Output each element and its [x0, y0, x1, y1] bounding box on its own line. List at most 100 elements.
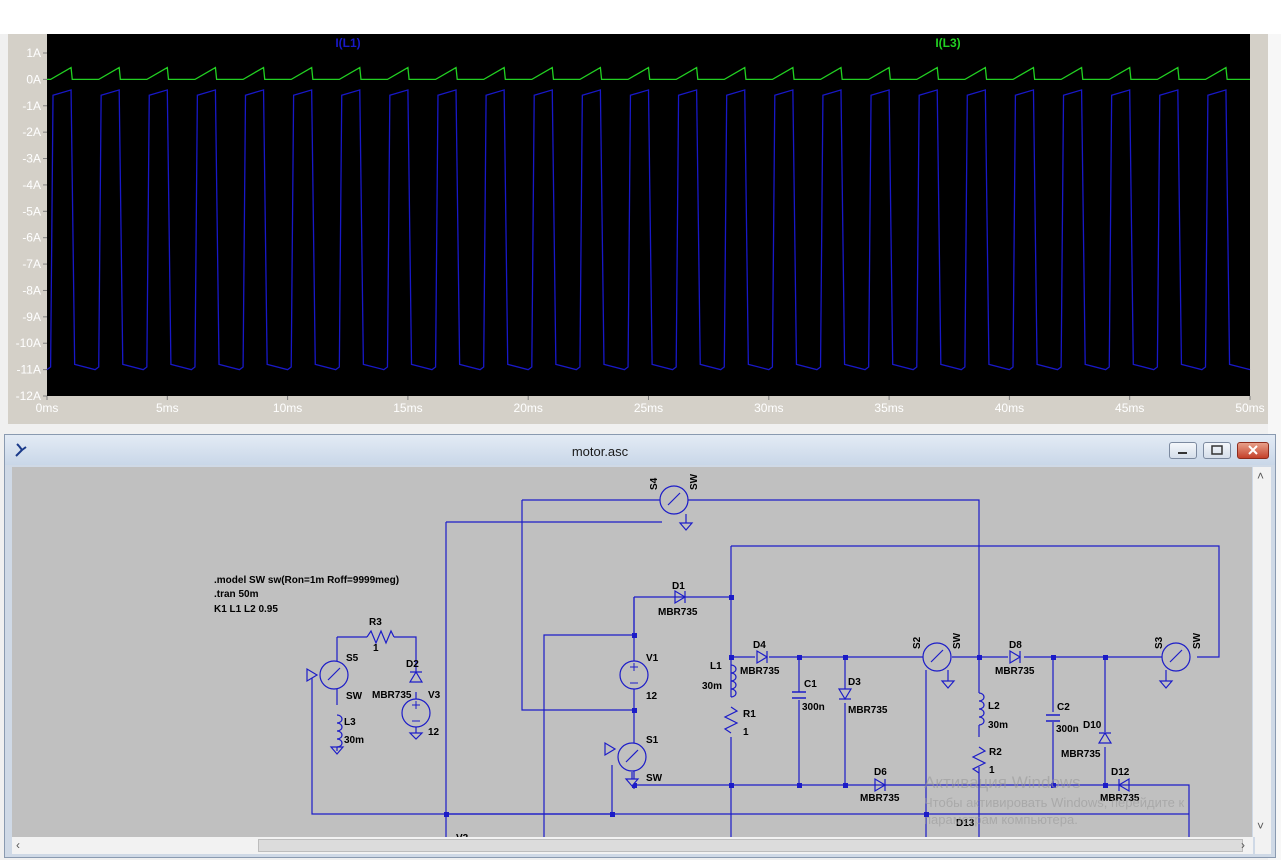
y-tick-label: -10A: [16, 336, 41, 350]
horizontal-scrollbar[interactable]: ‹ ›: [12, 837, 1253, 854]
label-l1-value[interactable]: 30m: [702, 681, 722, 692]
label-d1[interactable]: D1: [672, 581, 685, 592]
label-r1-value[interactable]: 1: [743, 727, 749, 738]
label-d4[interactable]: D4: [753, 640, 766, 651]
label-v1-value[interactable]: 12: [646, 691, 658, 702]
y-tick-label: -11A: [17, 363, 41, 377]
label-s5[interactable]: S5: [346, 653, 359, 664]
x-tick-label: 45ms: [1115, 401, 1144, 415]
label-c2[interactable]: C2: [1057, 702, 1070, 713]
label-s3-model[interactable]: SW: [1192, 632, 1203, 649]
directive-model[interactable]: .model SW sw(Ron=1m Roff=9999meg): [214, 575, 399, 586]
directive-coupling[interactable]: K1 L1 L2 0.95: [214, 604, 278, 615]
label-s3[interactable]: S3: [1154, 636, 1165, 649]
label-d13[interactable]: D13: [956, 818, 975, 829]
directive-tran[interactable]: .tran 50m: [214, 589, 259, 600]
x-tick-label: 20ms: [514, 401, 543, 415]
maximize-icon: [1211, 445, 1223, 455]
x-tick-label: 50ms: [1235, 401, 1264, 415]
trace-label-il3[interactable]: I(L3): [935, 36, 960, 50]
label-d8-model[interactable]: MBR735: [995, 666, 1035, 677]
maximize-button[interactable]: [1203, 442, 1231, 459]
scroll-up-icon[interactable]: ˄: [1257, 469, 1264, 483]
label-c2-value[interactable]: 300n: [1056, 724, 1079, 735]
window-title: motor.asc: [571, 444, 629, 459]
x-tick-label: 35ms: [874, 401, 903, 415]
vertical-scrollbar[interactable]: ˄ ˅: [1253, 467, 1271, 837]
label-l2[interactable]: L2: [988, 701, 1000, 712]
label-d6-model[interactable]: MBR735: [860, 793, 900, 804]
plot-area[interactable]: [47, 34, 1250, 396]
label-r3-value[interactable]: 1: [373, 643, 379, 654]
waveform-pane[interactable]: 1A 0A -1A -2A -3A -4A -5A -6A -7A -8A -9A -10A -11A -…: [8, 34, 1268, 424]
label-d12-model[interactable]: MBR735: [1100, 793, 1140, 804]
label-r2-value[interactable]: 1: [989, 765, 995, 776]
y-tick-label: -9A: [22, 310, 41, 324]
y-tick-label: -8A: [22, 283, 41, 297]
label-d10-model[interactable]: MBR735: [1061, 749, 1101, 760]
label-r1[interactable]: R1: [743, 709, 756, 720]
ground-symbols: [329, 727, 635, 789]
schematic-canvas[interactable]: .model SW sw(Ron=1m Roff=9999meg) .tran …: [12, 467, 1252, 837]
label-d12[interactable]: D12: [1111, 767, 1130, 778]
label-d2[interactable]: D2: [406, 659, 419, 670]
label-l1[interactable]: L1: [710, 661, 722, 672]
x-tick-label: 0ms: [36, 401, 59, 415]
x-tick-label: 40ms: [995, 401, 1024, 415]
label-s2[interactable]: S2: [912, 636, 923, 649]
label-c1[interactable]: C1: [804, 679, 817, 690]
close-button[interactable]: [1237, 442, 1269, 459]
x-tick-label: 25ms: [634, 401, 663, 415]
y-tick-label: -4A: [22, 178, 41, 192]
size-grip[interactable]: [1255, 837, 1271, 854]
scroll-down-icon[interactable]: ˅: [1257, 819, 1264, 833]
x-tick-label: 15ms: [393, 401, 422, 415]
horizontal-scroll-thumb[interactable]: [258, 839, 1243, 852]
schematic-window[interactable]: motor.asc .model SW sw(Ron=1m Roff=9999m…: [4, 434, 1276, 858]
label-d8[interactable]: D8: [1009, 640, 1022, 651]
scroll-right-icon[interactable]: ›: [1241, 838, 1245, 852]
label-v1[interactable]: V1: [646, 653, 659, 664]
diode-symbols: [408, 589, 1130, 793]
label-d2-model[interactable]: MBR735: [372, 690, 412, 701]
window-titlebar[interactable]: motor.asc: [5, 435, 1275, 465]
top-blank-strip: [0, 0, 1281, 34]
waveform-plot[interactable]: 1A0A-1A-2A-3A-4A-5A-6A-7A-8A-9A-10A-11A-…: [8, 34, 1268, 424]
label-r3[interactable]: R3: [369, 617, 382, 628]
label-s1[interactable]: S1: [646, 735, 659, 746]
label-d3-model[interactable]: MBR735: [848, 705, 888, 716]
y-tick-label: -2A: [22, 125, 41, 139]
y-tick-label: -3A: [22, 152, 41, 166]
resistor-symbols: [366, 629, 987, 774]
label-s5-model[interactable]: SW: [346, 691, 363, 702]
schematic-drawing[interactable]: .model SW sw(Ron=1m Roff=9999meg) .tran …: [12, 467, 1252, 837]
label-s1-model[interactable]: SW: [646, 773, 663, 784]
label-l3[interactable]: L3: [344, 717, 356, 728]
close-icon: [1248, 445, 1258, 455]
label-d10[interactable]: D10: [1083, 720, 1102, 731]
label-s2-model[interactable]: SW: [952, 632, 963, 649]
y-tick-label: -7A: [22, 257, 41, 271]
label-s4-model[interactable]: SW: [689, 473, 700, 490]
minimize-icon: [1178, 452, 1187, 454]
minimize-button[interactable]: [1169, 442, 1197, 459]
y-tick-label: -5A: [22, 204, 41, 218]
label-d3[interactable]: D3: [848, 677, 861, 688]
label-d1-model[interactable]: MBR735: [658, 607, 698, 618]
label-r2[interactable]: R2: [989, 747, 1002, 758]
y-tick-label: -6A: [22, 231, 41, 245]
label-d4-model[interactable]: MBR735: [740, 666, 780, 677]
label-l3-value[interactable]: 30m: [344, 735, 364, 746]
label-v3-value[interactable]: 12: [428, 727, 440, 738]
label-s4[interactable]: S4: [649, 477, 660, 490]
switch-symbols: [306, 485, 1191, 787]
label-v3[interactable]: V3: [428, 690, 441, 701]
y-tick-label: 0A: [26, 72, 41, 86]
y-tick-label: -1A: [22, 99, 41, 113]
trace-label-il1[interactable]: I(L1): [335, 36, 360, 50]
label-d6[interactable]: D6: [874, 767, 887, 778]
x-tick-label: 10ms: [273, 401, 302, 415]
label-c1-value[interactable]: 300n: [802, 702, 825, 713]
label-l2-value[interactable]: 30m: [988, 720, 1008, 731]
scroll-left-icon[interactable]: ‹: [16, 838, 20, 852]
